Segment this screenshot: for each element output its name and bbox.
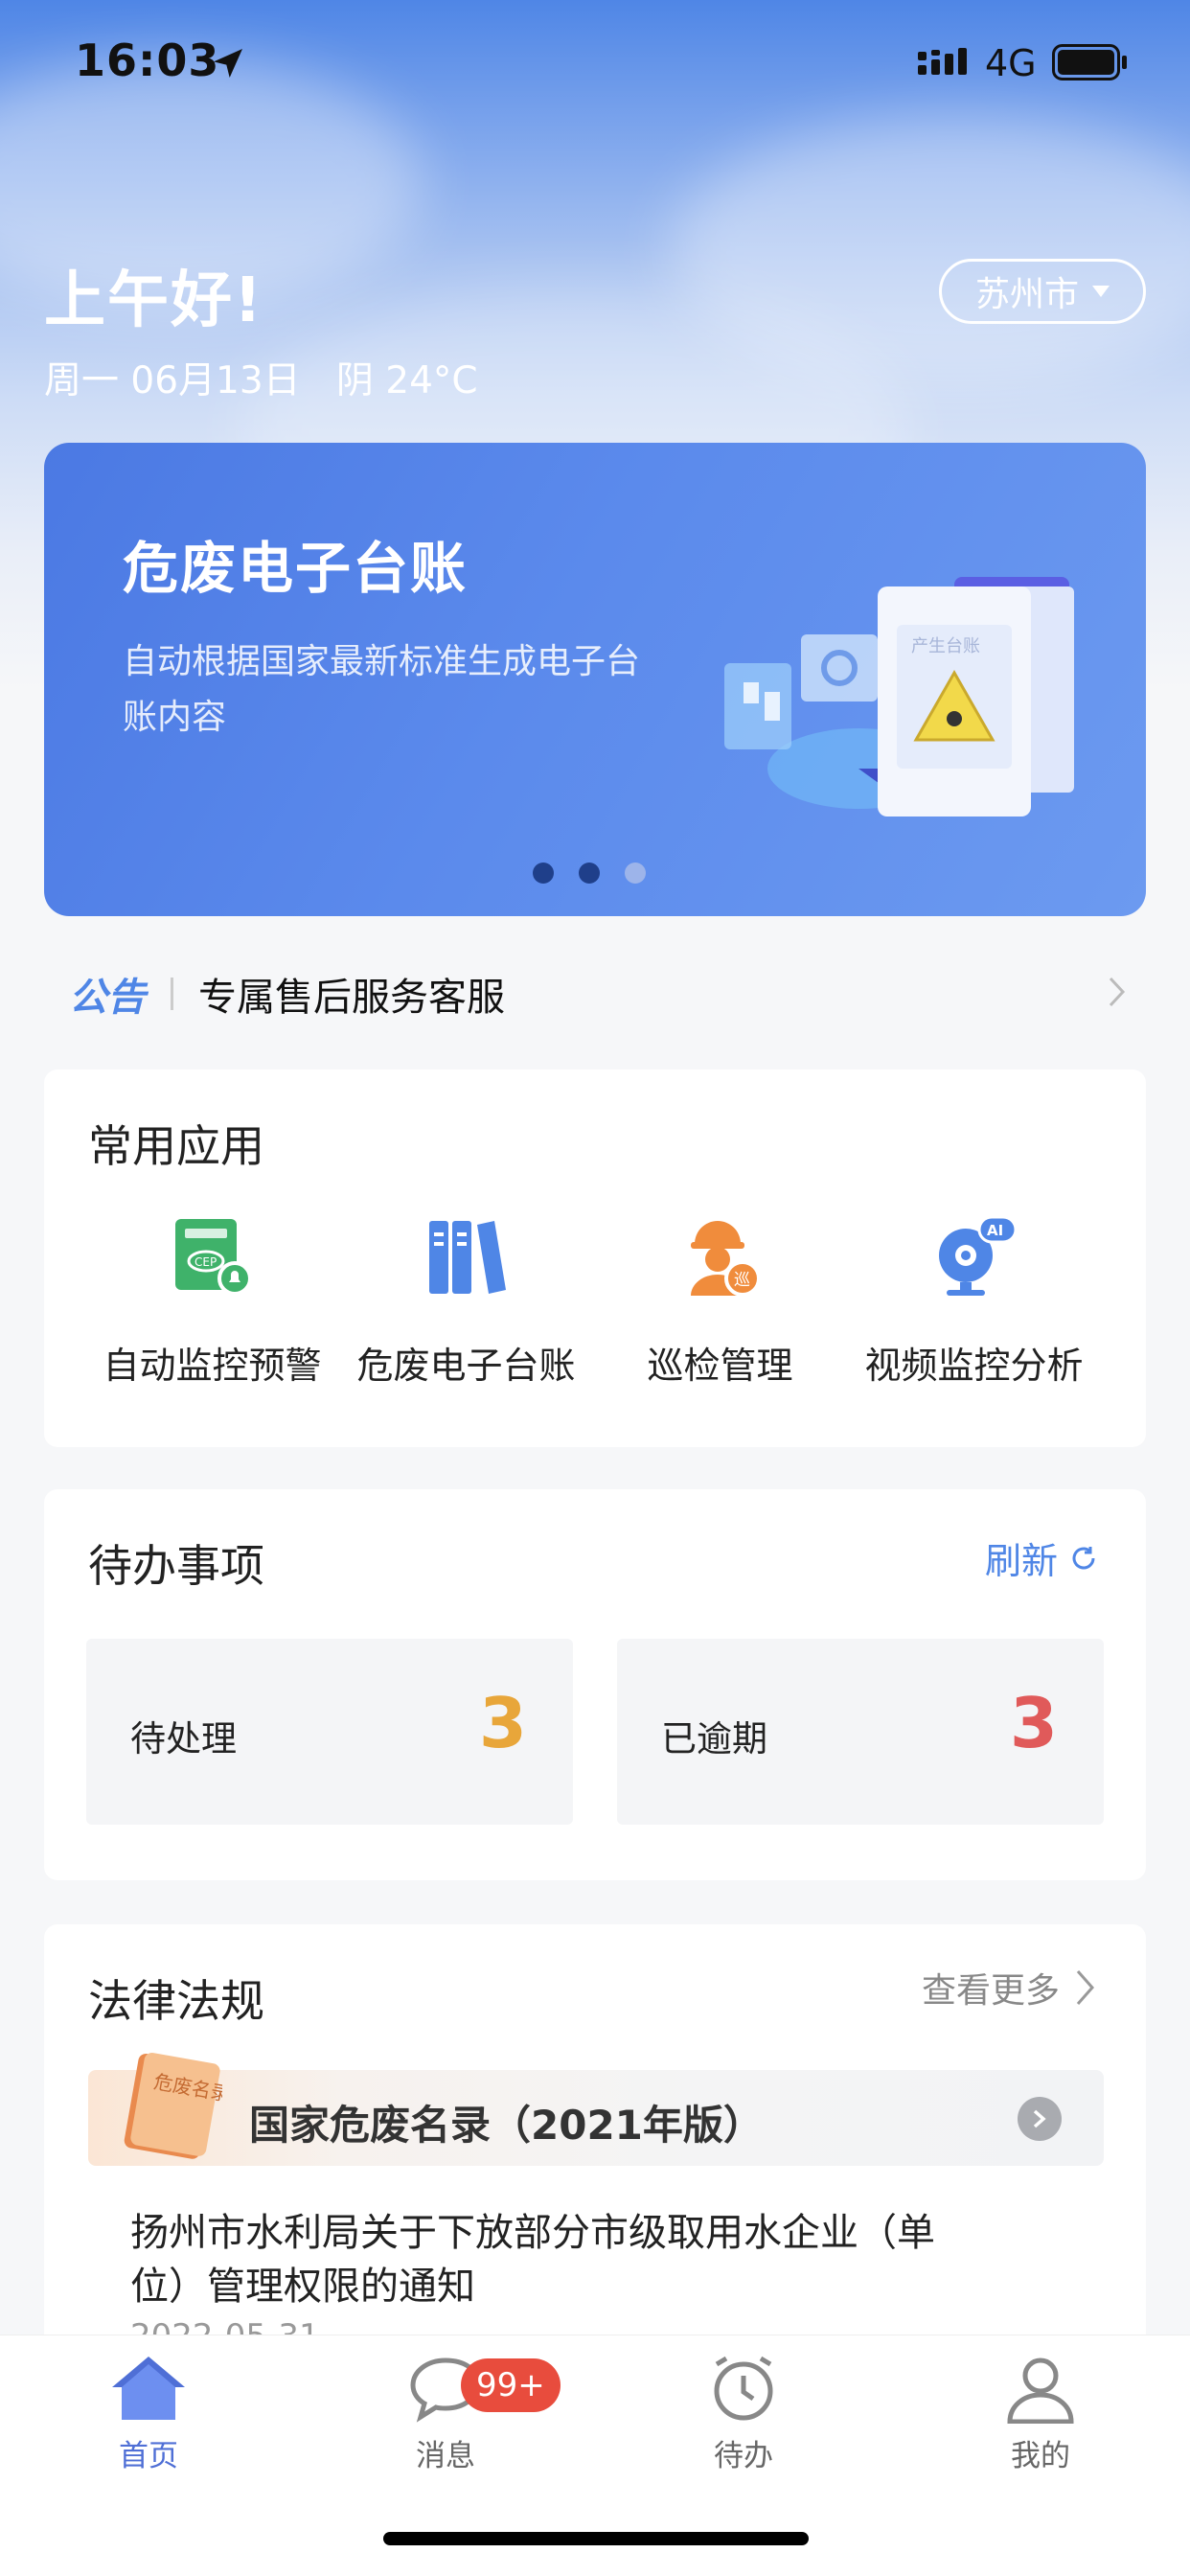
banner-title: 危废电子台账 (123, 536, 469, 601)
carousel-dot[interactable] (579, 862, 600, 884)
book-icon: 危废名录 (124, 2053, 222, 2159)
date-weather: 周一 06月13日 阴 24°C (44, 351, 478, 404)
common-apps-card: 常用应用 CEP 自动监控预警 危废电子台账 巡 巡检管理 AI 视频监控分析 (44, 1070, 1146, 1447)
network-type: 4G (985, 42, 1037, 84)
chevron-right-icon (1076, 1970, 1095, 2005)
cep-monitor-icon: CEP (170, 1213, 256, 1300)
carousel-indicator[interactable] (533, 862, 646, 884)
alarm-clock-icon (714, 2356, 773, 2421)
date-text: 周一 06月13日 (44, 359, 301, 402)
view-more-label: 查看更多 (921, 1971, 1060, 2011)
announcement-tag: 公告 (69, 976, 146, 1020)
ledger-books-icon (423, 1213, 510, 1300)
tab-label: 待办 (714, 2439, 773, 2473)
app-label: 危废电子台账 (356, 1345, 576, 1387)
tab-messages[interactable]: 消息 99+ (350, 2353, 561, 2474)
ledger-illustration: 产生台账 (724, 577, 1074, 816)
refresh-icon (1072, 1546, 1095, 1569)
law-list-item[interactable]: 扬州市水利局关于下放部分市级取用水企业（单位）管理权限的通知 (130, 2206, 973, 2313)
location-arrow-icon (214, 49, 242, 78)
user-icon (1007, 2358, 1074, 2424)
tab-todo[interactable]: 待办 (648, 2353, 839, 2474)
home-indicator (383, 2532, 809, 2545)
tab-home[interactable]: 首页 (53, 2353, 244, 2474)
inspector-icon: 巡 (677, 1213, 764, 1300)
featured-law-title: 国家危废名录（2021年版） (249, 2102, 764, 2149)
caret-down-icon (1092, 286, 1110, 297)
section-title: 法律法规 (88, 1975, 264, 2027)
chevron-right-icon (1033, 2109, 1046, 2128)
chevron-right-icon (1109, 977, 1126, 1007)
todo-pending[interactable]: 待处理 3 (86, 1639, 573, 1825)
app-video-monitor[interactable]: AI 视频监控分析 (847, 1213, 1101, 1389)
app-auto-monitor[interactable]: CEP 自动监控预警 (85, 1213, 339, 1389)
banner-description: 自动根据国家最新标准生成电子台账内容 (123, 642, 641, 737)
status-bar: 16:03 4G (0, 0, 1190, 129)
todo-card: 待办事项 刷新 待处理 3 已逾期 3 (44, 1489, 1146, 1880)
svg-text:巡: 巡 (734, 1271, 750, 1290)
home-icon (112, 2357, 185, 2420)
view-more-link[interactable]: 查看更多 (922, 1963, 1096, 2012)
go-button[interactable] (1018, 2097, 1062, 2141)
battery-icon (1052, 44, 1127, 80)
todo-label: 待处理 (130, 1718, 237, 1760)
todo-count: 3 (1009, 1683, 1058, 1763)
status-time: 16:03 (75, 34, 220, 86)
app-inspection[interactable]: 巡 巡检管理 (593, 1213, 847, 1389)
unread-badge: 99+ (461, 2358, 561, 2412)
app-ledger[interactable]: 危废电子台账 (339, 1213, 593, 1389)
section-title: 待办事项 (88, 1540, 264, 1592)
featured-law-banner[interactable]: 危废名录 国家危废名录（2021年版） (88, 2053, 1104, 2166)
greeting: 上午好! (44, 265, 264, 336)
todo-overdue[interactable]: 已逾期 3 (617, 1639, 1104, 1825)
camera-ai-icon: AI (931, 1213, 1018, 1300)
weather-text: 阴 24°C (335, 359, 478, 402)
svg-text:AI: AI (987, 1222, 1003, 1239)
illustration-label: 产生台账 (911, 636, 980, 656)
divider (171, 978, 173, 1010)
carousel-dot[interactable] (625, 862, 646, 884)
todo-count: 3 (478, 1683, 527, 1763)
announcement-bar[interactable]: 公告 专属售后服务客服 (44, 949, 1146, 1039)
app-label: 巡检管理 (647, 1345, 793, 1387)
carousel-dot[interactable] (533, 862, 554, 884)
svg-text:CEP: CEP (195, 1255, 217, 1269)
tab-label: 消息 (416, 2439, 475, 2473)
refresh-label: 刷新 (984, 1540, 1058, 1582)
promo-banner[interactable]: 危废电子台账 自动根据国家最新标准生成电子台账内容 产生台账 (44, 443, 1146, 916)
announcement-text: 专属售后服务客服 (198, 976, 505, 1020)
cellular-signal-icon (918, 48, 967, 75)
section-title: 常用应用 (88, 1120, 264, 1172)
tab-profile[interactable]: 我的 (945, 2353, 1136, 2474)
tab-label: 我的 (1011, 2439, 1070, 2473)
refresh-button[interactable]: 刷新 (985, 1531, 1098, 1584)
city-selector[interactable]: 苏州市 (939, 259, 1146, 324)
app-label: 视频监控分析 (864, 1345, 1084, 1387)
city-label: 苏州市 (974, 275, 1079, 314)
app-label: 自动监控预警 (103, 1345, 322, 1387)
tab-label: 首页 (119, 2439, 178, 2473)
todo-label: 已逾期 (661, 1718, 767, 1760)
